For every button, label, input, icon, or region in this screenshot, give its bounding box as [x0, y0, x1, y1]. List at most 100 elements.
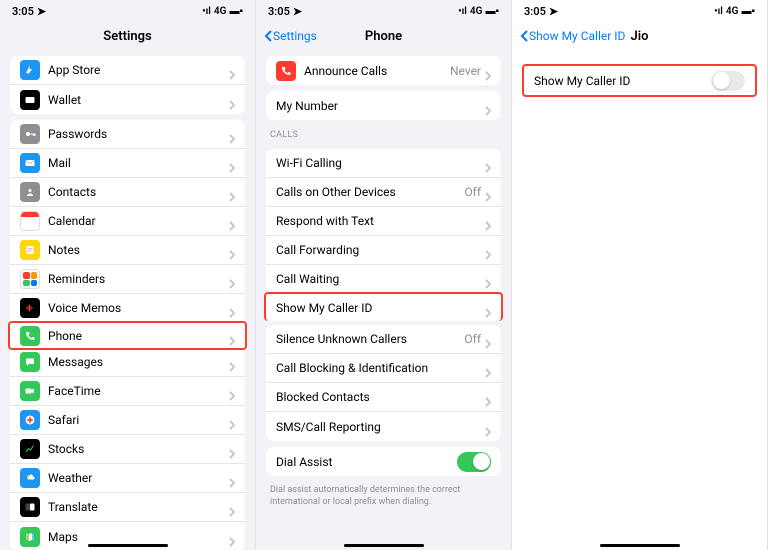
stocks-label: Stocks [48, 442, 229, 456]
contacts-label: Contacts [48, 185, 229, 199]
stocks-row[interactable]: Stocks [10, 435, 245, 464]
announce-label: Announce Calls [304, 64, 450, 78]
notes-icon [20, 240, 40, 260]
back-button[interactable]: Settings [264, 29, 317, 43]
other-devices-row[interactable]: Calls on Other DevicesOff [266, 178, 501, 207]
phone-row[interactable]: Phone [8, 321, 247, 350]
home-indicator[interactable] [344, 544, 424, 547]
call-blocking-label: Call Blocking & Identification [276, 361, 485, 375]
chevron-right-icon [229, 415, 235, 425]
voicememos-row[interactable]: Voice Memos [10, 294, 245, 323]
battery-icon: ▬▪ [485, 6, 499, 17]
chevron-right-icon [485, 101, 491, 111]
home-indicator[interactable] [88, 544, 168, 547]
blocked-contacts-row[interactable]: Blocked Contacts [266, 383, 501, 412]
signal-icon: •ıl [458, 6, 467, 17]
calls-section-header: CALLS [256, 126, 511, 143]
nav-bar: Show My Caller ID Jio [512, 22, 767, 50]
page-title: Phone [365, 29, 402, 44]
announce-detail: Never [450, 64, 481, 78]
maps-icon [20, 527, 40, 547]
safari-row[interactable]: Safari [10, 406, 245, 435]
silence-unknown-row[interactable]: Silence Unknown CallersOff [266, 325, 501, 354]
call-forwarding-row[interactable]: Call Forwarding [266, 236, 501, 265]
translate-row[interactable]: Translate [10, 493, 245, 522]
facetime-label: FaceTime [48, 384, 229, 398]
phone-settings-panel: 3:05➤ •ıl4G▬▪ Settings Phone Announce Ca… [256, 0, 512, 550]
wifi-calling-row[interactable]: Wi-Fi Calling [266, 149, 501, 178]
announce-row[interactable]: Announce CallsNever [266, 56, 501, 85]
wallet-label: Wallet [48, 93, 229, 107]
chevron-right-icon [485, 216, 491, 226]
dial-assist-footer: Dial assist automatically determines the… [256, 482, 511, 511]
chevron-right-icon [485, 158, 491, 168]
mail-row[interactable]: Mail [10, 149, 245, 178]
show-caller-id-label: Show My Caller ID [534, 74, 711, 88]
back-label: Show My Caller ID [529, 29, 625, 43]
chevron-right-icon [485, 363, 491, 373]
location-icon: ➤ [37, 5, 46, 18]
battery-icon: ▬▪ [741, 6, 755, 17]
back-label: Settings [273, 29, 317, 43]
chevron-right-icon [229, 216, 235, 226]
voicememos-label: Voice Memos [48, 301, 229, 315]
weather-row[interactable]: Weather [10, 464, 245, 493]
network-label: 4G [726, 6, 739, 17]
reminders-label: Reminders [48, 272, 229, 286]
home-indicator[interactable] [600, 544, 680, 547]
chevron-right-icon [229, 187, 235, 197]
phone-icon [20, 326, 40, 346]
my-number-label: My Number [276, 99, 485, 113]
weather-icon [20, 468, 40, 488]
passwords-label: Passwords [48, 127, 229, 141]
sms-reporting-row[interactable]: SMS/Call Reporting [266, 412, 501, 441]
status-bar: 3:05➤ •ıl4G▬▪ [512, 0, 767, 22]
mail-label: Mail [48, 156, 229, 170]
dial-assist-label: Dial Assist [276, 455, 457, 469]
my-number-row[interactable]: My Number [266, 91, 501, 120]
back-button[interactable]: Show My Caller ID [520, 29, 625, 43]
messages-icon [20, 352, 40, 372]
chevron-right-icon [485, 66, 491, 76]
translate-label: Translate [48, 500, 229, 514]
wallet-row[interactable]: Wallet [10, 85, 245, 114]
calendar-row[interactable]: Calendar [10, 207, 245, 236]
contacts-icon [20, 182, 40, 202]
other-devices-detail: Off [464, 185, 481, 199]
contacts-row[interactable]: Contacts [10, 178, 245, 207]
notes-row[interactable]: Notes [10, 236, 245, 265]
chevron-right-icon [229, 331, 235, 341]
call-blocking-row[interactable]: Call Blocking & Identification [266, 354, 501, 383]
chevron-right-icon [229, 95, 235, 105]
show-caller-id-toggle[interactable] [711, 71, 745, 91]
caller-id-row[interactable]: Show My Caller ID [264, 292, 503, 321]
call-waiting-row[interactable]: Call Waiting [266, 265, 501, 294]
translate-icon [20, 497, 40, 517]
appstore-row[interactable]: App Store [10, 56, 245, 85]
reminders-row[interactable]: Reminders [10, 265, 245, 294]
chevron-right-icon [229, 473, 235, 483]
safari-icon [20, 410, 40, 430]
chevron-right-icon [229, 245, 235, 255]
stocks-icon [20, 439, 40, 459]
show-caller-id-row[interactable]: Show My Caller ID [524, 66, 755, 95]
respond-text-row[interactable]: Respond with Text [266, 207, 501, 236]
announce-icon [276, 61, 296, 81]
facetime-icon [20, 381, 40, 401]
chevron-right-icon [485, 187, 491, 197]
messages-row[interactable]: Messages [10, 348, 245, 377]
passwords-row[interactable]: Passwords [10, 120, 245, 149]
caller-id-label: Show My Caller ID [276, 301, 485, 315]
voicememos-icon [20, 298, 40, 318]
status-bar: 3:05➤ •ıl4G▬▪ [0, 0, 255, 22]
chevron-right-icon [229, 502, 235, 512]
wallet-icon [20, 90, 40, 110]
chevron-right-icon [485, 274, 491, 284]
dial-assist-row[interactable]: Dial Assist [266, 447, 501, 476]
dial-assist-toggle[interactable] [457, 452, 491, 472]
blocked-contacts-label: Blocked Contacts [276, 390, 485, 404]
safari-label: Safari [48, 413, 229, 427]
status-time: 3:05 [12, 5, 34, 18]
network-label: 4G [470, 6, 483, 17]
facetime-row[interactable]: FaceTime [10, 377, 245, 406]
